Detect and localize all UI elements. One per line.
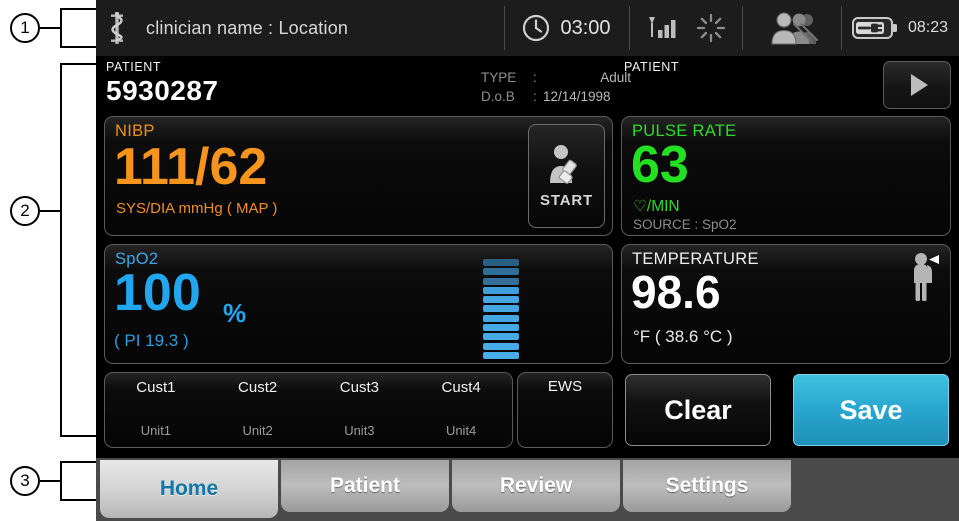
custom-field-unit: Unit3 (344, 423, 375, 438)
ews-panel[interactable]: EWS (517, 372, 613, 448)
pleth-segment (483, 314, 519, 322)
patient-id-value: 5930287 (106, 75, 219, 106)
spo2-percent-label: % (223, 298, 247, 328)
save-button[interactable]: Save (793, 374, 949, 446)
custom-field-unit: Unit4 (445, 423, 477, 438)
patients-icon (764, 11, 820, 45)
callout-bracket-1 (60, 8, 96, 48)
pleth-segment (483, 296, 519, 304)
spinner-icon (696, 13, 726, 43)
custom-field-1[interactable]: Cust1 Unit1 (105, 373, 207, 447)
play-button[interactable] (883, 61, 951, 109)
clinician-name-label: clinician name : Location (146, 17, 349, 38)
clear-button[interactable]: Clear (625, 374, 771, 446)
pleth-segment (483, 259, 519, 266)
pleth-segment (483, 268, 519, 276)
pleth-segment (483, 351, 519, 359)
custom-field-unit: Unit1 (140, 423, 172, 438)
pleth-segment (483, 305, 519, 313)
custom-field-3[interactable]: Cust3 Unit3 (309, 373, 411, 447)
nibp-cuff-person-icon (544, 143, 590, 189)
timer-cell[interactable]: 03:00 (504, 0, 629, 56)
clinician-cell[interactable]: clinician name : Location (96, 0, 504, 56)
patient-type-sep: : (533, 70, 537, 85)
callout-leader-2 (40, 210, 62, 212)
callout-bracket-2 (60, 63, 96, 437)
patient-meta: TYPE : Adult D.o.B : 12/14/1998 (481, 68, 631, 106)
spo2-panel[interactable]: SpO2 100 % ( PI 19.3 ) (104, 244, 613, 364)
custom-field-4[interactable]: Cust4 Unit4 (410, 373, 512, 447)
nibp-units-label: SYS/DIA mmHg ( MAP ) (116, 200, 278, 217)
patient-type-row: TYPE : Adult (481, 68, 631, 87)
device-screen: clinician name : Location 03:00 08:23 PA… (96, 0, 959, 521)
spo2-pi-label: ( PI 19.3 ) (114, 331, 189, 350)
pleth-segment (483, 342, 519, 350)
custom-field-name: Cust2 (238, 379, 278, 396)
temperature-panel[interactable]: TEMPERATURE 98.6 °F ( 38.6 °C ) (621, 244, 951, 364)
temperature-value: 98.6 (631, 266, 721, 318)
callout-leader-3 (40, 480, 62, 482)
callout-marker-2: 2 (10, 196, 40, 226)
pleth-segment (483, 333, 519, 341)
temperature-person-icon (908, 251, 940, 303)
patient-label-right: PATIENT (624, 60, 680, 74)
pulse-rate-value: 63 (631, 136, 689, 194)
bottom-tab-bar: Home Patient Review Settings (96, 458, 959, 521)
patient-type-key: TYPE (481, 70, 517, 85)
tab-home[interactable]: Home (100, 460, 278, 518)
custom-fields-panel: Cust1 Unit1 Cust2 Unit2 Cust3 Unit3 Cust4 Unit4 (104, 372, 513, 448)
nibp-value: 111/62 (114, 138, 268, 196)
custom-field-name: Cust4 (441, 379, 481, 396)
custom-field-2[interactable]: Cust2 Unit2 (207, 373, 309, 447)
timer-value: 03:00 (560, 16, 611, 39)
patient-dob-value: 12/14/1998 (543, 89, 611, 104)
custom-field-name: Cust3 (339, 379, 379, 396)
pulse-rate-units-label: ♡/MIN (633, 198, 680, 215)
pleth-segment (483, 324, 519, 332)
nibp-start-button[interactable]: START (528, 124, 605, 228)
custom-field-name: Cust1 (136, 379, 176, 396)
play-icon (910, 74, 928, 96)
tab-patient[interactable]: Patient (281, 460, 449, 512)
clock-icon (522, 14, 550, 42)
caduceus-icon (104, 11, 130, 45)
patient-dob-row: D.o.B : 12/14/1998 (481, 87, 631, 106)
callout-marker-3: 3 (10, 466, 40, 496)
connectivity-cell[interactable] (629, 0, 742, 56)
custom-fields-grid: Cust1 Unit1 Cust2 Unit2 Cust3 Unit3 Cust4 Unit4 (105, 373, 512, 447)
pulse-rate-source-label: SOURCE : SpO2 (633, 217, 737, 232)
pulse-rate-panel[interactable]: PULSE RATE 63 ♡/MIN SOURCE : SpO2 (621, 116, 951, 236)
wifi-signal-icon (645, 13, 687, 43)
callout-leader-1 (40, 27, 62, 29)
callout-marker-1: 1 (10, 13, 40, 43)
nibp-start-label: START (540, 192, 593, 209)
patient-strip: PATIENT 5930287 TYPE : Adult D.o.B : 12/… (96, 56, 959, 114)
battery-cell[interactable]: 08:23 (841, 0, 959, 56)
patient-dob-sep: : (533, 89, 537, 104)
pleth-segment (483, 286, 519, 294)
patient-type-value: Adult (600, 70, 631, 85)
patient-identity[interactable]: PATIENT 5930287 (106, 60, 219, 106)
battery-charging-icon (851, 16, 898, 40)
spo2-value: 100 (114, 264, 201, 322)
callout-gutter: 1 2 3 (0, 0, 96, 521)
tab-review[interactable]: Review (452, 460, 620, 512)
ews-label: EWS (547, 378, 583, 395)
spo2-pleth-bar (483, 259, 519, 359)
status-header: clinician name : Location 03:00 08:23 (96, 0, 959, 57)
home-content: PATIENT 5930287 TYPE : Adult D.o.B : 12/… (96, 56, 959, 458)
temperature-units-label: °F ( 38.6 °C ) (633, 327, 733, 346)
patient-dob-key: D.o.B (481, 89, 515, 104)
patient-label: PATIENT (106, 60, 162, 74)
patients-cell[interactable] (742, 0, 841, 56)
nibp-panel[interactable]: NIBP 111/62 SYS/DIA mmHg ( MAP ) START (104, 116, 613, 236)
custom-field-unit: Unit2 (242, 423, 273, 438)
tab-settings[interactable]: Settings (623, 460, 791, 512)
tab-list: Home Patient Review Settings (100, 460, 791, 518)
battery-time-remaining: 08:23 (907, 19, 949, 36)
callout-bracket-3 (60, 461, 96, 501)
pleth-segment (483, 277, 519, 285)
